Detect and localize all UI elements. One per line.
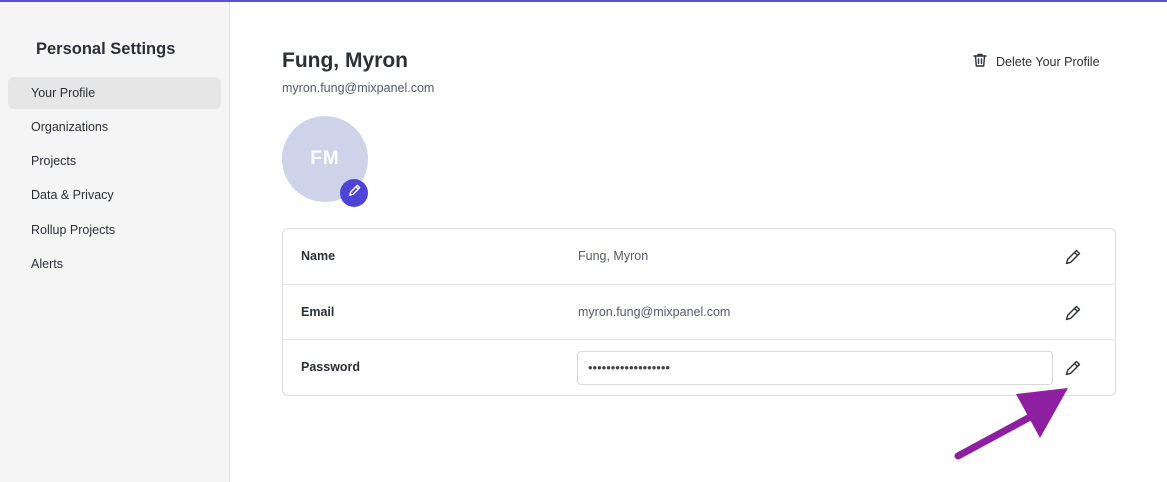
edit-name-pencil-icon[interactable] — [1063, 247, 1083, 267]
sidebar-item-your-profile[interactable]: Your Profile — [8, 77, 221, 109]
sidebar: Personal Settings Your Profile Organizat… — [0, 2, 230, 482]
email-label: Email — [301, 305, 335, 319]
pencil-icon — [347, 183, 362, 203]
profile-email: myron.fung@mixpanel.com — [282, 81, 435, 95]
email-value: myron.fung@mixpanel.com — [578, 305, 731, 319]
name-label: Name — [301, 249, 336, 263]
edit-email-pencil-icon[interactable] — [1063, 303, 1083, 323]
main-content: Fung, Myron myron.fung@mixpanel.com Dele… — [231, 2, 1167, 482]
delete-profile-label: Delete Your Profile — [996, 54, 1100, 69]
name-value: Fung, Myron — [578, 249, 649, 263]
trash-icon — [972, 52, 988, 71]
avatar-initials: FM — [310, 148, 340, 169]
password-field[interactable]: •••••••••••••••••• — [577, 351, 1053, 385]
edit-avatar-button[interactable] — [340, 179, 368, 207]
sidebar-title: Personal Settings — [36, 40, 176, 58]
sidebar-item-organizations[interactable]: Organizations — [8, 111, 221, 143]
email-row: Email myron.fung@mixpanel.com — [283, 284, 1115, 339]
profile-fields-card: Name Fung, Myron Email myron.fung@mixpan… — [282, 228, 1116, 396]
sidebar-item-alerts[interactable]: Alerts — [8, 248, 221, 280]
edit-password-pencil-icon[interactable] — [1063, 358, 1083, 378]
sidebar-item-projects[interactable]: Projects — [8, 145, 221, 177]
password-row: Password •••••••••••••••••• — [283, 339, 1115, 394]
name-row: Name Fung, Myron — [283, 229, 1115, 284]
page-title: Fung, Myron — [282, 49, 408, 72]
sidebar-item-data-privacy[interactable]: Data & Privacy — [8, 179, 221, 211]
password-label: Password — [301, 360, 361, 374]
sidebar-item-rollup-projects[interactable]: Rollup Projects — [8, 214, 221, 246]
password-mask: •••••••••••••••••• — [588, 360, 670, 375]
delete-profile-button[interactable]: Delete Your Profile — [972, 52, 1100, 71]
